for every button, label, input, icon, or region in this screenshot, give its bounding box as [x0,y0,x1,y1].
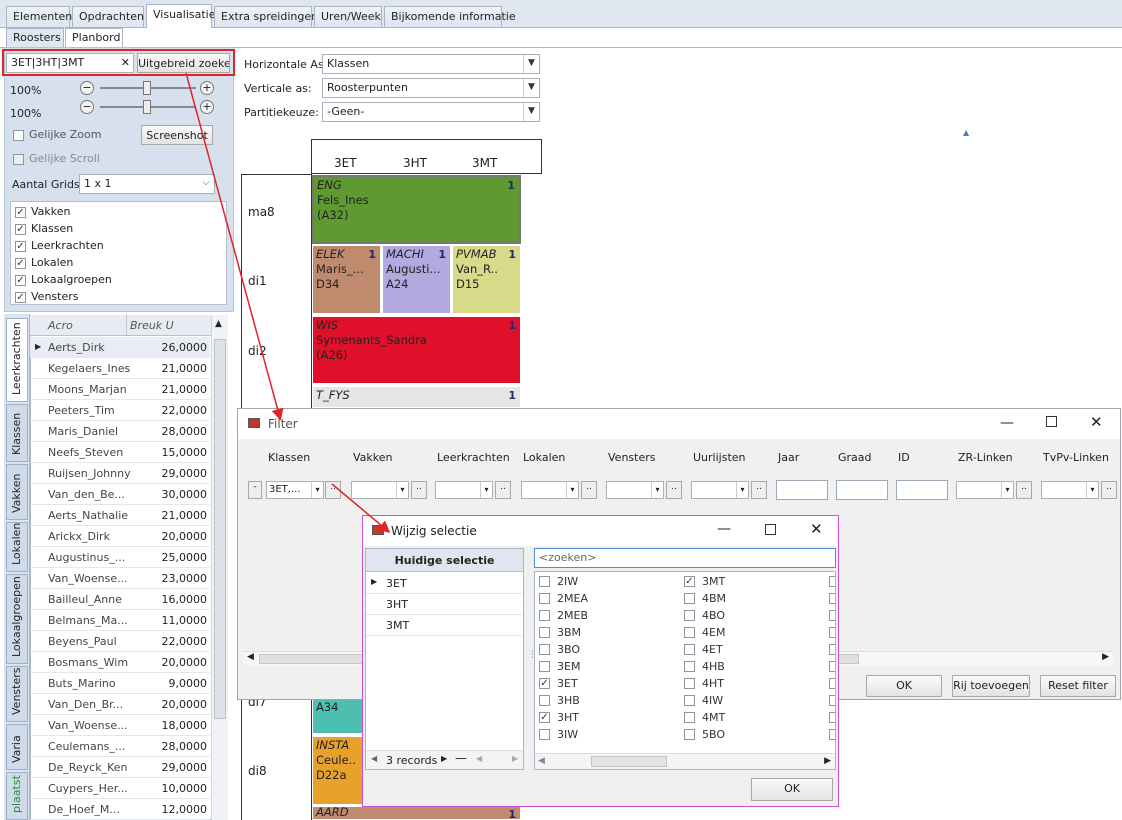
arrow-to-filter [185,72,284,421]
annotation-arrows [185,72,391,533]
arrow-to-selection [331,483,391,533]
